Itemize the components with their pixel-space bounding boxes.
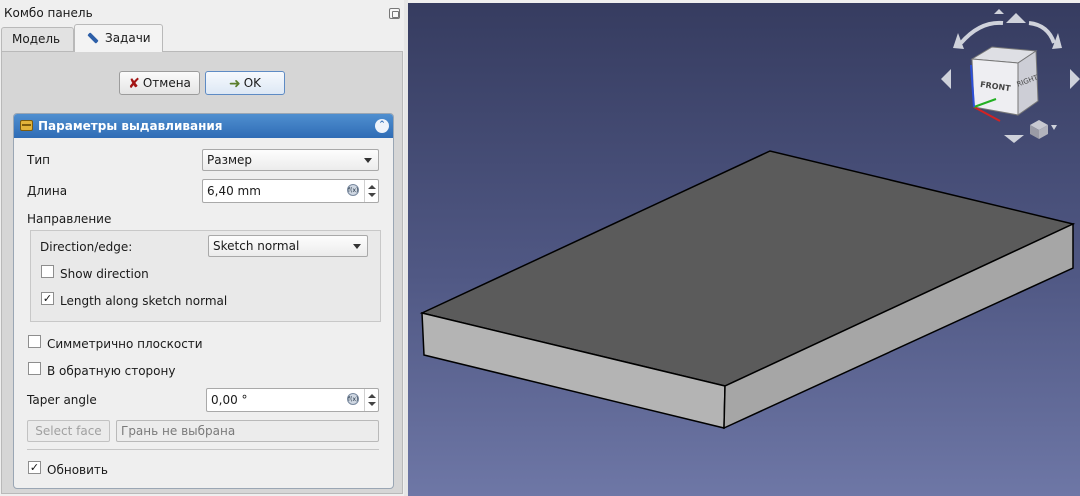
ok-label: OK bbox=[243, 76, 262, 90]
tab-model[interactable]: Модель bbox=[1, 27, 74, 51]
ok-icon: ➜ bbox=[228, 75, 241, 92]
taper-label: Taper angle bbox=[27, 393, 97, 407]
step-down-icon[interactable] bbox=[368, 193, 376, 197]
direction-group: Direction/edge: Sketch normal Show direc… bbox=[30, 230, 381, 322]
show-direction-label: Show direction bbox=[60, 267, 149, 281]
length-input[interactable]: 6,40 mm f(x) bbox=[202, 179, 379, 203]
length-value: 6,40 mm bbox=[207, 184, 261, 198]
combo-panel: Комбо панель Модель Задачи ✘ Отмена ➜ OK П… bbox=[0, 0, 404, 496]
chevron-down-icon bbox=[364, 158, 372, 163]
nav-up-small-icon bbox=[994, 9, 1004, 14]
step-up-icon[interactable] bbox=[368, 394, 376, 398]
symmetric-label: Симметрично плоскости bbox=[47, 337, 203, 351]
ok-button[interactable]: ➜ OK bbox=[205, 71, 285, 95]
update-checkbox[interactable]: ✓ bbox=[28, 461, 41, 474]
tab-tasks[interactable]: Задачи bbox=[74, 24, 163, 52]
length-label: Длина bbox=[27, 184, 68, 198]
type-select[interactable]: Размер bbox=[202, 149, 379, 171]
direction-heading: Направление bbox=[27, 212, 112, 226]
nav-left-icon[interactable] bbox=[941, 69, 951, 89]
length-along-normal-label: Length along sketch normal bbox=[60, 294, 228, 308]
direction-edge-label: Direction/edge: bbox=[40, 240, 133, 254]
reversed-checkbox[interactable] bbox=[28, 362, 41, 375]
task-panel-body: ✘ Отмена ➜ OK Параметры выдавливания ⌃ Тип… bbox=[4, 54, 400, 491]
cancel-icon: ✘ bbox=[128, 75, 140, 92]
combo-panel-title: Комбо панель bbox=[4, 6, 93, 20]
direction-edge-value: Sketch normal bbox=[213, 239, 300, 253]
type-value: Размер bbox=[207, 153, 253, 167]
type-label: Тип bbox=[27, 153, 50, 167]
tab-tasks-label: Задачи bbox=[105, 31, 151, 45]
rotate-left-icon[interactable] bbox=[959, 20, 1004, 45]
navcube-menu-arrow bbox=[1051, 125, 1057, 130]
rotate-right-icon[interactable] bbox=[1028, 21, 1056, 44]
cancel-button[interactable]: ✘ Отмена bbox=[119, 71, 200, 95]
selected-face-field: Грань не выбрана bbox=[116, 420, 379, 442]
reversed-label: В обратную сторону bbox=[47, 364, 176, 378]
expression-icon[interactable]: f(x) bbox=[347, 184, 359, 196]
taper-value: 0,00 ° bbox=[211, 393, 248, 407]
pad-parameters-panel: Параметры выдавливания ⌃ Тип Размер Длин… bbox=[13, 113, 394, 489]
cancel-label: Отмена bbox=[142, 76, 191, 90]
symmetric-checkbox[interactable] bbox=[28, 335, 41, 348]
nav-up-icon[interactable] bbox=[1006, 13, 1026, 23]
chevron-down-icon bbox=[353, 244, 361, 249]
nav-down-icon[interactable] bbox=[1004, 135, 1024, 143]
update-label: Обновить bbox=[47, 463, 108, 477]
pad-parameters-title: Параметры выдавливания bbox=[38, 119, 223, 133]
taper-input[interactable]: 0,00 ° f(x) bbox=[206, 388, 379, 412]
taper-stepper[interactable] bbox=[364, 389, 378, 411]
show-direction-checkbox[interactable] bbox=[41, 265, 54, 278]
tab-model-label: Модель bbox=[12, 32, 61, 46]
length-along-normal-checkbox[interactable]: ✓ bbox=[41, 292, 54, 305]
3d-scene: FRONT RIGHT bbox=[419, 9, 1080, 430]
navigation-cube[interactable]: FRONT RIGHT bbox=[941, 9, 1080, 143]
expression-icon[interactable]: f(x) bbox=[347, 393, 359, 405]
step-up-icon[interactable] bbox=[368, 185, 376, 189]
pad-parameters-header[interactable]: Параметры выдавливания ⌃ bbox=[14, 114, 393, 138]
length-stepper[interactable] bbox=[364, 180, 378, 202]
direction-edge-select[interactable]: Sketch normal bbox=[208, 235, 368, 257]
pad-icon bbox=[20, 120, 33, 131]
task-panel: ✘ Отмена ➜ OK Параметры выдавливания ⌃ Тип… bbox=[1, 51, 403, 494]
step-down-icon[interactable] bbox=[368, 402, 376, 406]
3d-view[interactable]: FRONT RIGHT bbox=[408, 3, 1080, 496]
undock-icon[interactable] bbox=[389, 8, 400, 19]
collapse-icon[interactable]: ⌃ bbox=[375, 119, 389, 133]
select-face-button[interactable]: Select face bbox=[27, 420, 110, 442]
nav-right-icon[interactable] bbox=[1070, 69, 1080, 89]
divider bbox=[27, 449, 379, 450]
pencil-icon bbox=[87, 32, 99, 44]
